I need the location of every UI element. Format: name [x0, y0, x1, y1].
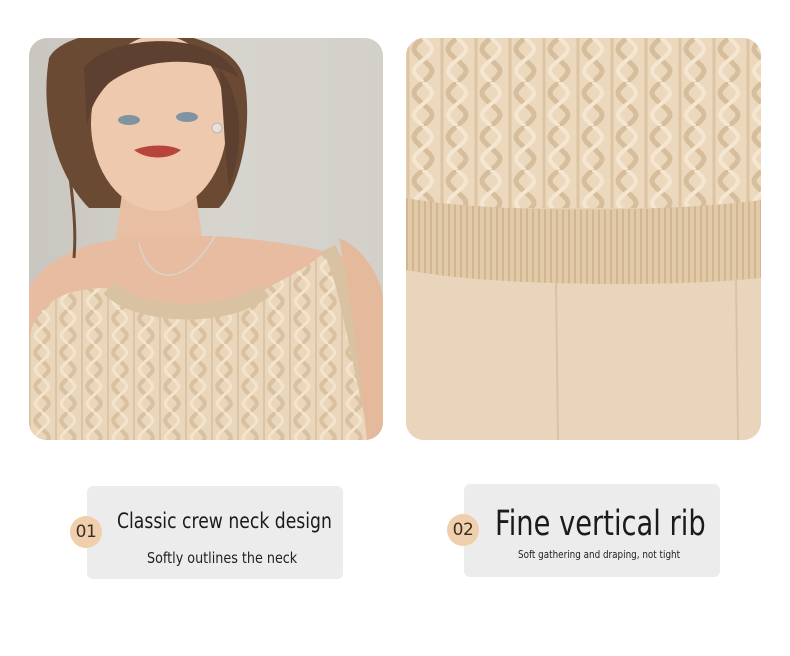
feature-number-badge-2: 02: [447, 514, 479, 546]
feature-title-2: Fine vertical rib: [495, 504, 706, 544]
feature-number-badge-1: 01: [70, 516, 102, 548]
feature-subtitle-1: Softly outlines the neck: [147, 549, 298, 567]
feature-title-1: Classic crew neck design: [117, 509, 332, 533]
knit-detail-photo: [406, 38, 761, 440]
knit-detail-illustration: [406, 38, 761, 440]
model-photo: [29, 38, 383, 440]
feature-subtitle-2: Soft gathering and draping, not tight: [518, 548, 681, 561]
model-illustration: [29, 38, 383, 440]
